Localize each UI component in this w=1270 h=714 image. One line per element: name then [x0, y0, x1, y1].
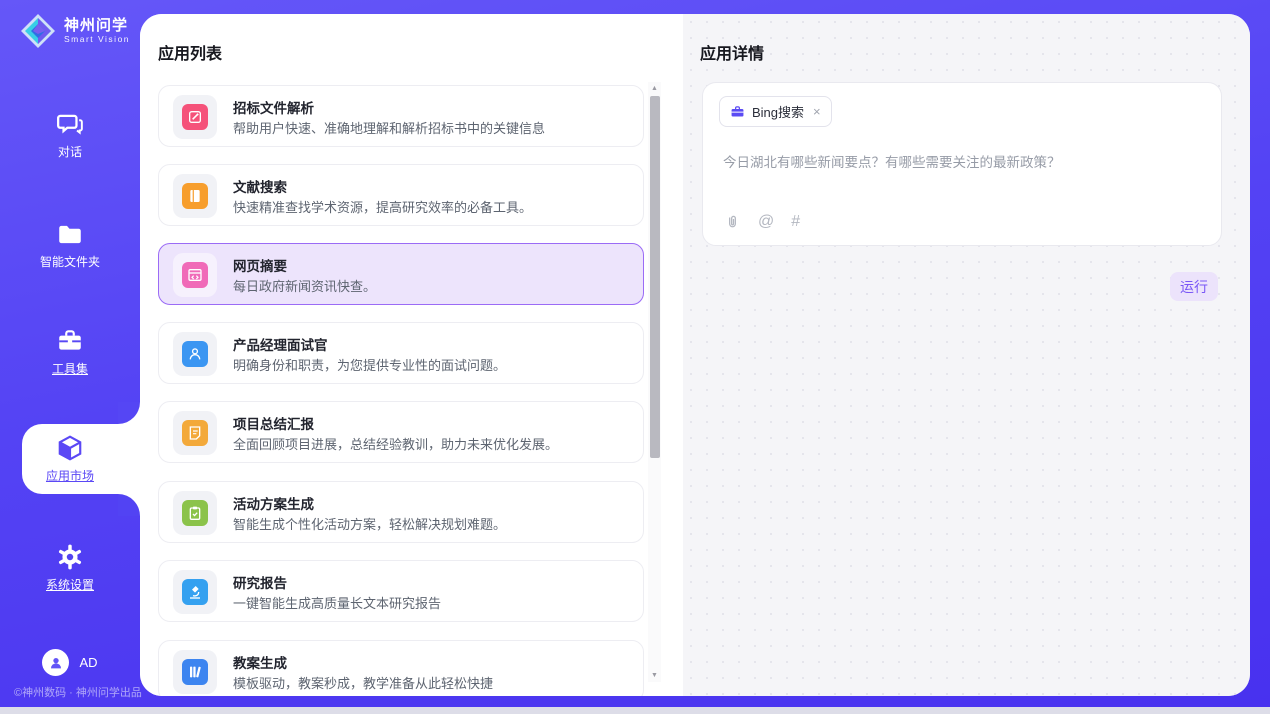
- gear-icon: [56, 543, 84, 571]
- tool-chip-label: Bing搜索: [752, 102, 804, 121]
- scrollbar-thumb[interactable]: [650, 96, 660, 458]
- app-card-desc: 明确身份和职责，为您提供专业性的面试问题。: [233, 355, 506, 374]
- briefcase-icon: [730, 104, 745, 119]
- tool-chip-bing-search[interactable]: Bing搜索 ×: [719, 96, 832, 127]
- composer-toolbar: @ #: [724, 213, 800, 231]
- app-card-desc: 快速精准查找学术资源，提高研究效率的必备工具。: [233, 197, 532, 216]
- run-button[interactable]: 运行: [1170, 272, 1218, 301]
- folder-icon: [56, 220, 84, 248]
- bubble-curve-bottom: [118, 494, 140, 516]
- brand-tagline: Smart Vision: [64, 35, 130, 44]
- sidebar-item-settings[interactable]: 系统设置: [0, 543, 140, 594]
- app-card-lesson-plan[interactable]: 教案生成 模板驱动，教案秒成，教学准备从此轻松快捷: [158, 640, 644, 696]
- sidebar-item-label: 应用市场: [46, 469, 94, 483]
- scroll-up-icon[interactable]: ▲: [648, 85, 661, 92]
- app-card-desc: 一键智能生成高质量长文本研究报告: [233, 593, 441, 612]
- sidebar-item-label: 工具集: [52, 362, 88, 376]
- person-icon: [48, 655, 64, 671]
- paperclip-icon[interactable]: [724, 214, 741, 231]
- app-card-title: 研究报告: [233, 572, 287, 592]
- app-list-pane: 应用列表 招标文件解析 帮助用户快速、准确地理解和解析招标书中的关键信息 文献搜…: [140, 14, 683, 696]
- app-card-desc: 帮助用户快速、准确地理解和解析招标书中的关键信息: [233, 118, 545, 137]
- edit-document-icon: [182, 104, 208, 130]
- page-bottom-edge: [0, 707, 1270, 714]
- app-card-desc: 全面回顾项目进展，总结经验教训，助力未来优化发展。: [233, 434, 558, 453]
- app-card-pm-interviewer[interactable]: 产品经理面试官 明确身份和职责，为您提供专业性的面试问题。: [158, 322, 644, 384]
- app-icon-box: [173, 332, 217, 376]
- app-card-literature-search[interactable]: 文献搜索 快速精准查找学术资源，提高研究效率的必备工具。: [158, 164, 644, 226]
- brand-name: 神州问学: [64, 18, 130, 35]
- app-card-project-summary[interactable]: 项目总结汇报 全面回顾项目进展，总结经验教训，助力未来优化发展。: [158, 401, 644, 463]
- app-card-research-report[interactable]: 研究报告 一键智能生成高质量长文本研究报告: [158, 560, 644, 622]
- app-icon-box: [173, 570, 217, 614]
- sidebar-item-toolset[interactable]: 工具集: [0, 327, 140, 378]
- app-card-web-summary[interactable]: 网页摘要 每日政府新闻资讯快查。: [158, 243, 644, 305]
- cube-icon: [56, 434, 84, 462]
- browser-code-icon: [182, 262, 208, 288]
- app-icon-box: [173, 650, 217, 694]
- logo: 神州问学 Smart Vision: [20, 13, 130, 49]
- app-detail-pane: 应用详情 Bing搜索 × 今日湖北有哪些新闻要点？有哪些需要关注的最新政策？: [683, 14, 1250, 696]
- app-icon-box: [173, 411, 217, 455]
- app-card-title: 活动方案生成: [233, 493, 314, 513]
- app-icon-box: [173, 491, 217, 535]
- app-card-desc: 智能生成个性化活动方案，轻松解决规划难题。: [233, 514, 506, 533]
- clipboard-check-icon: [182, 500, 208, 526]
- interviewer-icon: [182, 341, 208, 367]
- app-icon-box: [173, 95, 217, 139]
- briefcase-icon: [56, 327, 84, 355]
- avatar: [42, 649, 69, 676]
- main-content: 应用列表 招标文件解析 帮助用户快速、准确地理解和解析招标书中的关键信息 文献搜…: [140, 14, 1250, 696]
- app-card-desc: 模板驱动，教案秒成，教学准备从此轻松快捷: [233, 673, 493, 692]
- books-icon: [182, 659, 208, 685]
- sidebar-item-app-market[interactable]: 应用市场: [0, 434, 140, 485]
- app-card-title: 招标文件解析: [233, 97, 314, 117]
- bubble-curve-top: [118, 402, 140, 424]
- app-window: 神州问学 Smart Vision 对话 智能文件夹: [0, 0, 1270, 707]
- app-icon-box: [173, 174, 217, 218]
- sidebar: 神州问学 Smart Vision 对话 智能文件夹: [0, 0, 140, 707]
- sidebar-item-label: 智能文件夹: [40, 255, 100, 269]
- app-list-scrollbar[interactable]: ▲ ▼: [648, 82, 661, 682]
- microscope-icon: [182, 579, 208, 605]
- hash-icon[interactable]: #: [791, 213, 800, 231]
- app-card-bid-parse[interactable]: 招标文件解析 帮助用户快速、准确地理解和解析招标书中的关键信息: [158, 85, 644, 147]
- prompt-text[interactable]: 今日湖北有哪些新闻要点？有哪些需要关注的最新政策？: [723, 151, 1193, 171]
- scroll-down-icon[interactable]: ▼: [648, 672, 661, 679]
- app-card-title: 产品经理面试官: [233, 334, 328, 354]
- app-card-title: 文献搜索: [233, 176, 287, 196]
- prompt-card: Bing搜索 × 今日湖北有哪些新闻要点？有哪些需要关注的最新政策？ @ #: [702, 82, 1222, 246]
- book-icon: [182, 183, 208, 209]
- app-card-event-plan[interactable]: 活动方案生成 智能生成个性化活动方案，轻松解决规划难题。: [158, 481, 644, 543]
- app-detail-title: 应用详情: [700, 40, 764, 64]
- app-card-title: 项目总结汇报: [233, 413, 314, 433]
- note-icon: [182, 420, 208, 446]
- chat-icon: [56, 110, 84, 138]
- user-account[interactable]: AD: [0, 649, 140, 676]
- user-initials: AD: [79, 655, 97, 670]
- app-icon-box: [173, 253, 217, 297]
- app-list-title: 应用列表: [158, 40, 222, 64]
- sidebar-item-chat[interactable]: 对话: [0, 110, 140, 161]
- app-card-desc: 每日政府新闻资讯快查。: [233, 276, 376, 295]
- sidebar-item-smart-folder[interactable]: 智能文件夹: [0, 220, 140, 271]
- sidebar-item-label: 对话: [58, 145, 82, 159]
- app-card-title: 网页摘要: [233, 255, 287, 275]
- brand-diamond-icon: [20, 13, 56, 49]
- mention-icon[interactable]: @: [758, 213, 774, 231]
- sidebar-item-label: 系统设置: [46, 578, 94, 592]
- chip-close-icon[interactable]: ×: [813, 104, 821, 119]
- app-card-title: 教案生成: [233, 652, 287, 672]
